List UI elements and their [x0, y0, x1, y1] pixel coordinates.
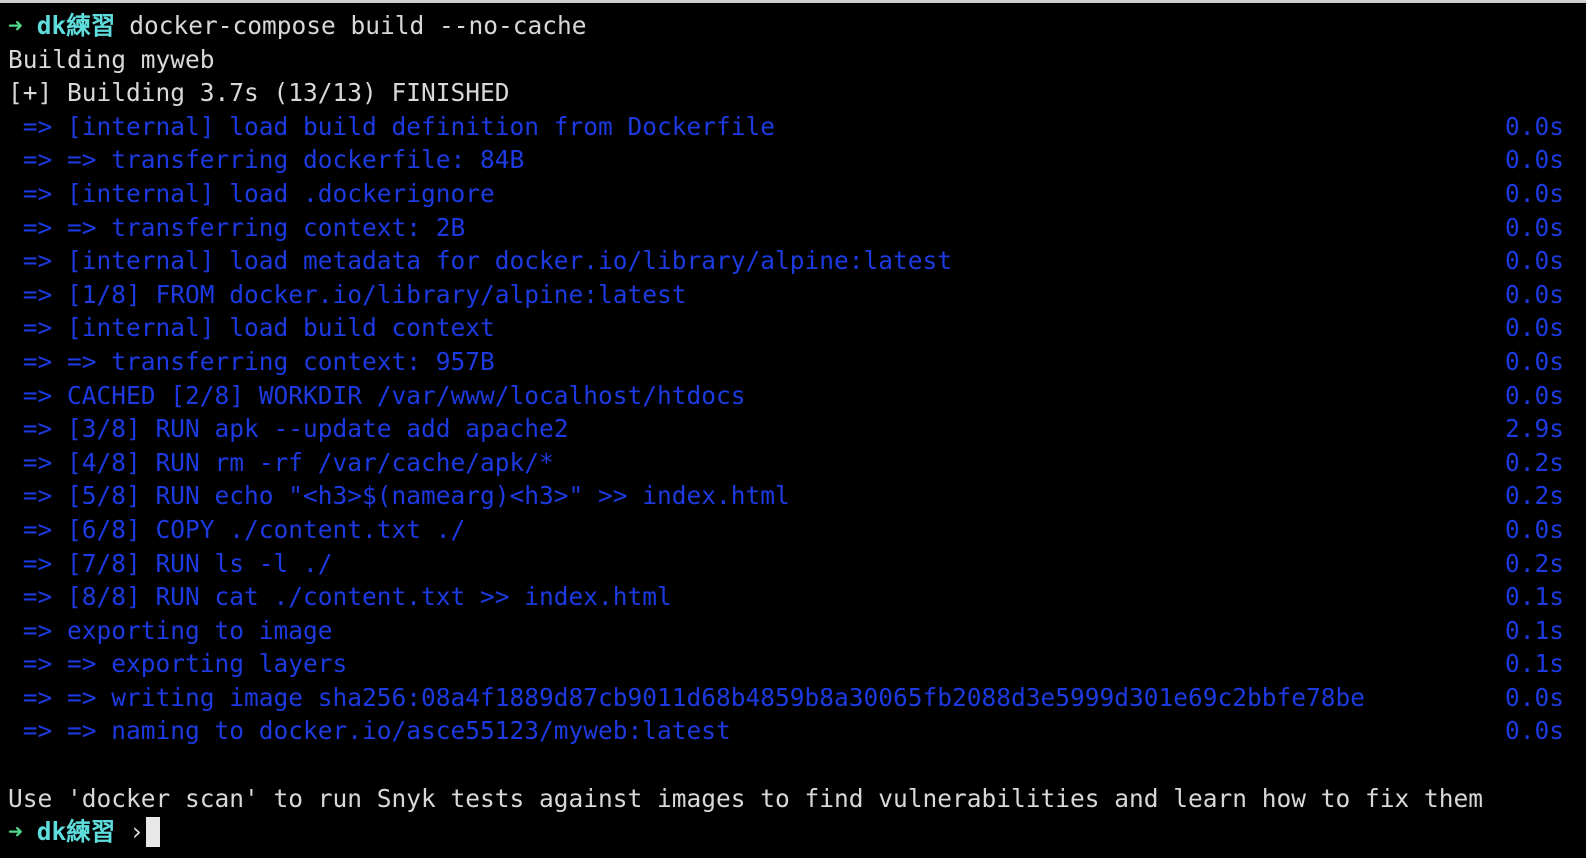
- step-text: => [4/8] RUN rm -rf /var/cache/apk/*: [8, 447, 554, 477]
- text-cursor[interactable]: [146, 817, 161, 848]
- step-text: => [8/8] RUN cat ./content.txt >> index.…: [8, 582, 672, 612]
- build-summary-line: [+] Building 3.7s (13/13) FINISHED: [8, 78, 510, 108]
- prompt-directory: dk練習: [36, 11, 116, 40]
- step-text: => [internal] load .dockerignore: [8, 178, 495, 208]
- scan-hint-line: Use 'docker scan' to run Snyk tests agai…: [8, 783, 1484, 813]
- step-duration: 0.1s: [1504, 582, 1564, 612]
- build-step: => CACHED [2/8] WORKDIR /var/www/localho…: [8, 379, 1578, 413]
- step-duration: 2.9s: [1504, 414, 1564, 444]
- step-duration: 0.2s: [1504, 481, 1564, 511]
- prompt-arrow-icon: ➜: [8, 817, 23, 847]
- build-step: => [internal] load .dockerignore 0.0s: [8, 177, 1578, 211]
- step-text: => [5/8] RUN echo "<h3>$(namearg)<h3>" >…: [8, 481, 790, 511]
- build-step: => [5/8] RUN echo "<h3>$(namearg)<h3>" >…: [8, 479, 1578, 513]
- step-text: => exporting to image: [8, 615, 333, 645]
- step-text: => => transferring context: 957B: [8, 346, 495, 376]
- build-step: => => naming to docker.io/asce55123/mywe…: [8, 714, 1578, 748]
- build-step: => [internal] load build definition from…: [8, 110, 1578, 144]
- build-step: => => exporting layers 0.1s: [8, 647, 1578, 681]
- step-duration: 0.0s: [1504, 682, 1564, 712]
- step-duration: 0.0s: [1504, 111, 1564, 141]
- step-duration: 0.0s: [1504, 716, 1564, 746]
- build-step: => [internal] load build context 0.0s: [8, 311, 1578, 345]
- command-prompt-line[interactable]: ➜ dk練習 ›: [8, 815, 1578, 849]
- step-text: => => exporting layers: [8, 649, 348, 679]
- step-text: => => naming to docker.io/asce55123/mywe…: [8, 716, 731, 746]
- build-step: => => writing image sha256:08a4f1889d87c…: [8, 681, 1578, 715]
- building-line: Building myweb: [8, 44, 215, 74]
- build-step: => [3/8] RUN apk --update add apache2 2.9…: [8, 412, 1578, 446]
- step-duration: 0.0s: [1504, 313, 1564, 343]
- build-step: => => transferring dockerfile: 84B 0.0s: [8, 143, 1578, 177]
- build-step: => [6/8] COPY ./content.txt ./ 0.0s: [8, 513, 1578, 547]
- step-text: => [1/8] FROM docker.io/library/alpine:l…: [8, 279, 687, 309]
- prompt-arrow-icon: ➜: [8, 11, 23, 40]
- step-duration: 0.0s: [1504, 212, 1564, 242]
- step-text: => [internal] load metadata for docker.i…: [8, 246, 953, 276]
- build-steps: => [internal] load build definition from…: [8, 110, 1578, 748]
- step-text: => [internal] load build context: [8, 313, 495, 343]
- step-text: => [3/8] RUN apk --update add apache2: [8, 414, 569, 444]
- step-text: => [7/8] RUN ls -l ./: [8, 548, 333, 578]
- build-step: => => transferring context: 957B 0.0s: [8, 345, 1578, 379]
- step-text: => => writing image sha256:08a4f1889d87c…: [8, 682, 1366, 712]
- step-duration: 0.0s: [1504, 346, 1564, 376]
- terminal-output[interactable]: ➜ dk練習 docker-compose build --no-cache B…: [8, 9, 1578, 849]
- build-step: => [7/8] RUN ls -l ./ 0.2s: [8, 547, 1578, 581]
- build-step: => [4/8] RUN rm -rf /var/cache/apk/* 0.2s: [8, 446, 1578, 480]
- build-step: => exporting to image 0.1s: [8, 614, 1578, 648]
- prompt-directory: dk練習: [36, 817, 116, 847]
- step-duration: 0.0s: [1504, 246, 1564, 276]
- step-duration: 0.0s: [1504, 145, 1564, 175]
- step-duration: 0.2s: [1504, 548, 1564, 578]
- command-text: docker-compose build --no-cache: [129, 11, 587, 40]
- step-text: => CACHED [2/8] WORKDIR /var/www/localho…: [8, 380, 746, 410]
- step-text: => => transferring dockerfile: 84B: [8, 145, 525, 175]
- build-step: => [8/8] RUN cat ./content.txt >> index.…: [8, 580, 1578, 614]
- step-duration: 0.0s: [1504, 178, 1564, 208]
- step-duration: 0.1s: [1504, 615, 1564, 645]
- step-text: => => transferring context: 2B: [8, 212, 466, 242]
- command-prompt-line: ➜ dk練習 docker-compose build --no-cache: [8, 9, 1578, 43]
- step-text: => [6/8] COPY ./content.txt ./: [8, 514, 466, 544]
- window-top-border: [0, 0, 1586, 3]
- build-step: => => transferring context: 2B 0.0s: [8, 211, 1578, 245]
- step-duration: 0.0s: [1504, 279, 1564, 309]
- step-duration: 0.2s: [1504, 447, 1564, 477]
- step-duration: 0.1s: [1504, 649, 1564, 679]
- step-duration: 0.0s: [1504, 380, 1564, 410]
- build-step: => [1/8] FROM docker.io/library/alpine:l…: [8, 278, 1578, 312]
- step-duration: 0.0s: [1504, 514, 1564, 544]
- build-step: => [internal] load metadata for docker.i…: [8, 244, 1578, 278]
- prompt-chevron-icon: ›: [129, 817, 145, 847]
- step-text: => [internal] load build definition from…: [8, 111, 776, 141]
